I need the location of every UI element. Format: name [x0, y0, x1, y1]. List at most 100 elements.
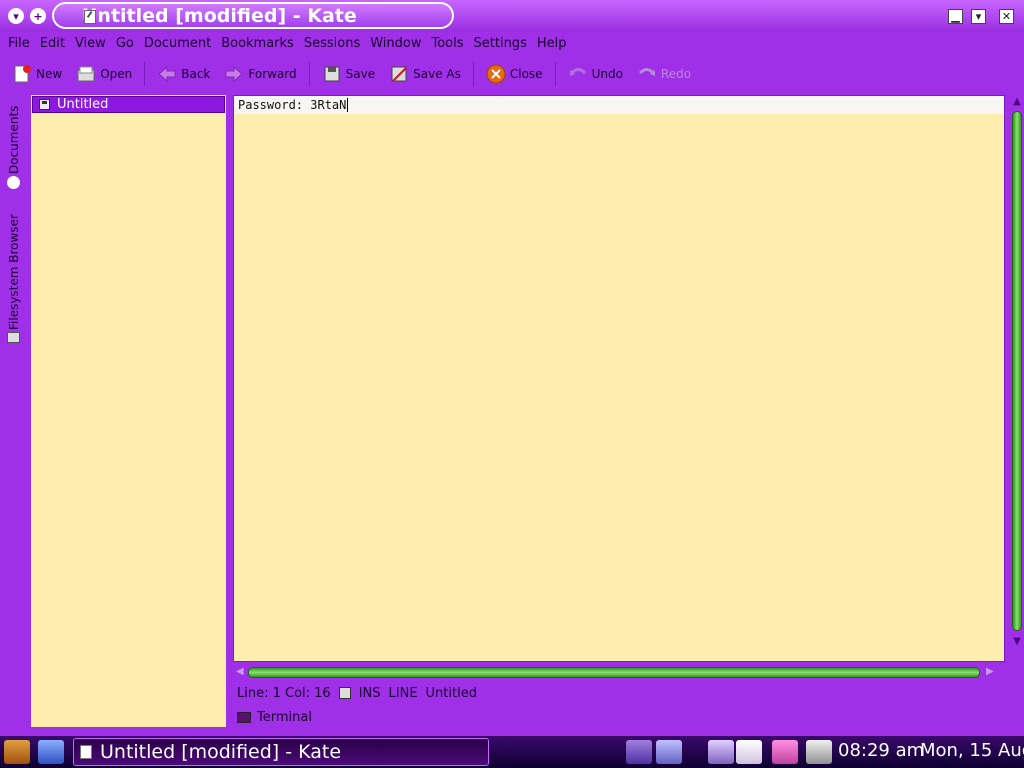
editor-line[interactable]: Password: 3RtaN: [234, 96, 1004, 114]
clipboard-icon[interactable]: [736, 740, 762, 764]
new-label: New: [36, 67, 63, 81]
filesystem-tab-icon: [7, 332, 20, 343]
tab-filesystem-label: Filesystem Browser: [7, 214, 21, 330]
toolbar-separator: [144, 62, 146, 86]
scroll-down-icon[interactable]: ▼: [1010, 635, 1024, 649]
chevron-down-icon: ▾: [13, 9, 19, 23]
close-button[interactable]: ✕: [999, 9, 1014, 24]
new-document-icon: [12, 64, 32, 84]
menu-go[interactable]: Go: [116, 36, 134, 51]
tab-filesystem-browser[interactable]: Filesystem Browser: [4, 192, 24, 330]
editor-line-text: Password: 3RtaN: [238, 98, 347, 112]
minimize-button[interactable]: ▁: [948, 9, 963, 24]
tab-terminal[interactable]: Terminal: [237, 708, 312, 726]
status-document-name: Untitled: [425, 685, 477, 701]
scroll-up-icon[interactable]: ▲: [1010, 95, 1024, 109]
power-plug-icon[interactable]: [806, 740, 832, 764]
menu-edit[interactable]: Edit: [40, 36, 65, 51]
menu-bar: File Edit View Go Document Bookmarks Ses…: [0, 32, 1024, 54]
document-name: Untitled: [57, 97, 109, 112]
document-icon: [84, 10, 96, 24]
menu-help[interactable]: Help: [537, 36, 567, 51]
maximize-button[interactable]: ▾: [971, 9, 986, 24]
open-folder-icon: [76, 64, 96, 84]
menu-bookmarks[interactable]: Bookmarks: [221, 36, 294, 51]
terminal-label: Terminal: [257, 709, 312, 725]
forward-arrow-icon: [224, 64, 244, 84]
tab-documents[interactable]: Documents: [4, 94, 24, 174]
start-menu-icon[interactable]: [4, 740, 30, 764]
status-bar: Line: 1 Col: 16 INS LINE Untitled: [237, 684, 1017, 702]
scroll-right-icon[interactable]: ▶: [986, 666, 994, 677]
side-tabs: Documents Filesystem Browser: [4, 94, 24, 354]
scroll-left-icon[interactable]: ◀: [236, 666, 244, 677]
menu-tools[interactable]: Tools: [431, 36, 463, 51]
open-label: Open: [100, 67, 133, 81]
menu-settings[interactable]: Settings: [474, 36, 527, 51]
back-button[interactable]: Back: [157, 61, 210, 87]
modified-disk-icon: [338, 687, 351, 699]
menu-file[interactable]: File: [8, 36, 30, 51]
redo-icon: [637, 64, 657, 84]
menu-sessions[interactable]: Sessions: [304, 36, 360, 51]
undo-icon: [568, 64, 588, 84]
documents-tab-icon: [7, 176, 20, 189]
insert-mode[interactable]: INS: [359, 686, 381, 701]
close-icon: ✕: [1001, 10, 1012, 23]
vertical-scrollbar[interactable]: ▲ ▼: [1010, 95, 1024, 662]
maximize-icon: ▾: [975, 10, 982, 23]
window-list-icon[interactable]: [656, 740, 682, 764]
date[interactable]: Mon, 15 Aug: [920, 740, 1024, 761]
window-menu-button[interactable]: ▾: [8, 8, 24, 24]
forward-label: Forward: [248, 67, 297, 81]
cursor-position: Line: 1 Col: 16: [237, 685, 331, 701]
document-list: Untitled: [31, 95, 226, 727]
undo-label: Undo: [591, 67, 623, 81]
menu-view[interactable]: View: [75, 36, 106, 51]
home-folder-icon[interactable]: [38, 740, 64, 764]
minimize-icon: ▁: [951, 10, 960, 23]
list-item[interactable]: Untitled: [32, 96, 225, 113]
forward-button[interactable]: Forward: [224, 61, 297, 87]
close-label: Close: [509, 67, 543, 81]
open-button[interactable]: Open: [76, 61, 132, 87]
clock[interactable]: 08:29 am: [838, 740, 924, 761]
horizontal-scroll-thumb[interactable]: [248, 667, 980, 678]
save-button[interactable]: Save: [322, 61, 375, 87]
save-disk-icon: [322, 64, 342, 84]
taskbar: Untitled [modified] - Kate 08:29 am Mon,…: [0, 736, 1024, 768]
sticky-button[interactable]: +: [30, 8, 46, 24]
desktop-pager-icon[interactable]: [626, 740, 652, 764]
window-title: Untitled [modified] - Kate: [82, 4, 357, 27]
horizontal-scrollbar[interactable]: ◀ ▶: [236, 665, 1006, 681]
new-button[interactable]: New: [12, 61, 62, 87]
redo-button[interactable]: Redo: [637, 61, 691, 87]
save-disk-icon: [39, 99, 50, 110]
plus-icon: +: [33, 9, 43, 23]
vertical-scroll-thumb[interactable]: [1012, 111, 1022, 631]
back-label: Back: [181, 67, 211, 81]
toolbar-separator: [472, 62, 474, 86]
menu-document[interactable]: Document: [144, 36, 211, 51]
toolbar-separator: [308, 62, 310, 86]
save-label: Save: [345, 67, 376, 81]
selection-mode[interactable]: LINE: [389, 686, 418, 701]
document-icon: [80, 745, 92, 759]
monitor-icon[interactable]: [708, 740, 734, 764]
menu-window[interactable]: Window: [370, 36, 421, 51]
save-as-icon: [389, 64, 409, 84]
title-bar: ▾ + Untitled [modified] - Kate ▁ ▾ ✕: [0, 0, 1024, 32]
terminal-icon: [237, 711, 251, 723]
undo-button[interactable]: Undo: [568, 61, 623, 87]
main-toolbar: New Open Back Forward Save Save As Close…: [0, 58, 1024, 90]
taskbar-window-label: Untitled [modified] - Kate: [100, 741, 342, 763]
window-title-pill: Untitled [modified] - Kate: [52, 2, 454, 29]
save-as-button[interactable]: Save As: [389, 61, 461, 87]
text-editor[interactable]: Password: 3RtaN: [233, 95, 1005, 662]
taskbar-window-kate[interactable]: Untitled [modified] - Kate: [73, 738, 489, 766]
save-as-label: Save As: [413, 67, 461, 81]
close-document-button[interactable]: Close: [486, 61, 543, 87]
back-arrow-icon: [157, 64, 177, 84]
notification-icon[interactable]: [772, 740, 798, 764]
toolbar-separator: [554, 62, 556, 86]
